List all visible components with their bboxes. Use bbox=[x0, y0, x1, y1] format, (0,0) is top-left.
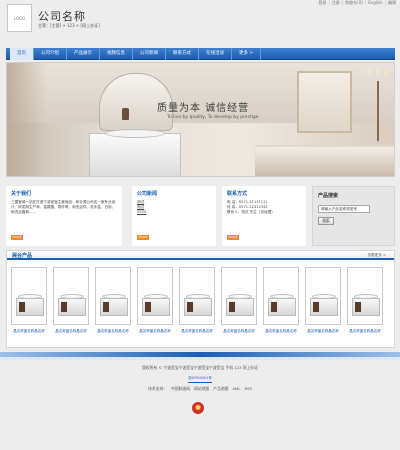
footer: 版权所有 © 宁波室宝宁波室宝宁波室宝宁波室宝 手机 123 网上办证 浙ICP… bbox=[0, 364, 400, 393]
products-more-link[interactable]: 查看更多 > bbox=[367, 253, 386, 258]
product-card[interactable]: 晶名称晶名称晶名称 bbox=[347, 267, 383, 343]
news-title: 公司新闻 bbox=[137, 191, 158, 197]
nav-video[interactable]: 视频信息 bbox=[100, 47, 133, 60]
product-name[interactable]: 晶名称晶名称晶名称 bbox=[263, 329, 299, 334]
product-name[interactable]: 晶名称晶名称晶名称 bbox=[179, 329, 215, 334]
product-image[interactable] bbox=[11, 267, 47, 325]
separator: | bbox=[341, 0, 344, 5]
product-name[interactable]: 晶名称晶名称晶名称 bbox=[347, 329, 383, 334]
separator: | bbox=[364, 0, 367, 5]
contact-more-button[interactable]: MORE bbox=[227, 235, 239, 240]
about-more-button[interactable]: MORE bbox=[11, 235, 23, 240]
nav-news[interactable]: 公司新闻 bbox=[133, 47, 166, 60]
company-main-business: 主营：[主营] + 123 + [网上办证] bbox=[38, 23, 100, 28]
info-row: 关于我们 三图室城一站在打造宁波室宝主营商品，和业源公司名一家专业设计，研发制生… bbox=[6, 186, 395, 246]
search-input[interactable]: 请输入产品名称或型号 bbox=[318, 205, 370, 213]
separator: | bbox=[384, 0, 386, 5]
banner-bathtub bbox=[255, 145, 394, 176]
nav-chat[interactable]: 在线洽谈 bbox=[199, 47, 232, 60]
product-image[interactable] bbox=[305, 267, 341, 325]
about-box: 关于我们 三图室城一站在打造宁波室宝主营商品，和业源公司名一家专业设计，研发制生… bbox=[6, 186, 122, 246]
police-emblem-icon[interactable] bbox=[192, 402, 204, 414]
login-link[interactable]: 登录 bbox=[318, 0, 326, 6]
product-name[interactable]: 晶名称晶名称晶名称 bbox=[137, 329, 173, 334]
news-item[interactable]: 5555 bbox=[137, 210, 211, 215]
footer-link[interactable]: 中国制造网 bbox=[171, 385, 190, 393]
footer-link[interactable]: 网站地图 bbox=[194, 385, 209, 393]
company-name: 公司名称 bbox=[38, 10, 86, 23]
product-card[interactable]: 晶名称晶名称晶名称 bbox=[305, 267, 341, 343]
nav-about[interactable]: 公司介绍 bbox=[34, 47, 67, 60]
about-text: 三图室城一站在打造宁波室宝主营商品，和业源公司名一家专业设计，研发制生产商，温泉… bbox=[11, 200, 116, 215]
top-links: 登录 | 注册 | 购物车(0) | English | 编辑 bbox=[318, 0, 396, 6]
product-name[interactable]: 晶名称晶名称晶名称 bbox=[11, 329, 47, 334]
footer-copyright: 版权所有 © 宁波室宝宁波室宝宁波室宝宁波室宝 手机 123 网上办证 bbox=[142, 365, 258, 370]
product-image[interactable] bbox=[347, 267, 383, 325]
footer-links: 技术支持： 中国制造网 网站地图 产品地图 XML RSS bbox=[0, 385, 400, 393]
banner-basin bbox=[105, 129, 165, 138]
product-image[interactable] bbox=[263, 267, 299, 325]
separator: | bbox=[328, 0, 330, 5]
search-box: 产品搜索 请输入产品名称或型号 搜索 bbox=[312, 186, 395, 246]
product-name[interactable]: 晶名称晶名称晶名称 bbox=[95, 329, 131, 334]
contact-title: 联系方式 bbox=[227, 191, 248, 197]
edit-link[interactable]: 编辑 bbox=[388, 0, 396, 6]
product-image[interactable] bbox=[179, 267, 215, 325]
register-link[interactable]: 注册 bbox=[332, 0, 340, 6]
cart-link[interactable]: 购物车(0) bbox=[345, 0, 363, 6]
icp-link[interactable]: 浙ICP00001号 bbox=[188, 374, 212, 383]
nav-home[interactable]: 首页 bbox=[10, 47, 34, 60]
footer-band-light bbox=[0, 357, 400, 360]
product-card[interactable]: 晶名称晶名称晶名称 bbox=[95, 267, 131, 343]
banner-bottle bbox=[122, 108, 129, 120]
footer-link[interactable]: RSS bbox=[244, 385, 251, 393]
banner-image: 质量为本 诚信经营 To live by quality, To develop… bbox=[6, 62, 395, 177]
product-image[interactable] bbox=[137, 267, 173, 325]
main-nav: 首页 公司介绍 产品展示 视频信息 公司新闻 联系方式 在线洽谈 更多 > bbox=[6, 47, 395, 60]
search-title: 产品搜索 bbox=[318, 193, 339, 199]
product-name[interactable]: 晶名称晶名称晶名称 bbox=[221, 329, 257, 334]
support-label: 技术支持： bbox=[148, 386, 168, 391]
banner-slogan: 质量为本 诚信经营 bbox=[157, 103, 250, 114]
banner-window bbox=[297, 71, 352, 133]
products-title: 展台产品 bbox=[12, 253, 33, 259]
contact-person: 联系人：测试 先生（总经理） bbox=[227, 210, 275, 215]
product-card[interactable]: 晶名称晶名称晶名称 bbox=[137, 267, 173, 343]
product-image[interactable] bbox=[221, 267, 257, 325]
product-name[interactable]: 晶名称晶名称晶名称 bbox=[305, 329, 341, 334]
product-card[interactable]: 晶名称晶名称晶名称 bbox=[179, 267, 215, 343]
about-title: 关于我们 bbox=[11, 191, 32, 197]
nav-contact[interactable]: 联系方式 bbox=[166, 47, 199, 60]
banner-shadow bbox=[7, 63, 47, 176]
site-header: LOGO 公司名称 主营：[主营] + 123 + [网上办证] bbox=[0, 0, 400, 46]
product-image[interactable] bbox=[53, 267, 89, 325]
product-image[interactable] bbox=[95, 267, 131, 325]
logo[interactable]: LOGO bbox=[7, 4, 32, 32]
banner-slogan-en: To live by quality, To develop by presti… bbox=[167, 115, 259, 120]
nav-more[interactable]: 更多 > bbox=[232, 47, 262, 60]
footer-link[interactable]: XML bbox=[232, 385, 240, 393]
banner-vanity bbox=[89, 133, 181, 176]
nav-products[interactable]: 产品展示 bbox=[67, 47, 100, 60]
footer-link[interactable]: 产品地图 bbox=[213, 385, 228, 393]
products-section: 展台产品 查看更多 > 晶名称晶名称晶名称 晶名称晶名称晶名称 晶名称晶名称晶名… bbox=[6, 250, 395, 348]
banner-candelabra bbox=[367, 69, 389, 141]
news-more-button[interactable]: MORE bbox=[137, 235, 149, 240]
product-card[interactable]: 晶名称晶名称晶名称 bbox=[11, 267, 47, 343]
product-card[interactable]: 晶名称晶名称晶名称 bbox=[53, 267, 89, 343]
news-box: 公司新闻 测试 测试 5555 MORE bbox=[132, 186, 216, 246]
product-name[interactable]: 晶名称晶名称晶名称 bbox=[53, 329, 89, 334]
products-header: 展台产品 查看更多 > bbox=[7, 251, 394, 260]
search-button[interactable]: 搜索 bbox=[318, 217, 334, 225]
product-card[interactable]: 晶名称晶名称晶名称 bbox=[263, 267, 299, 343]
contact-box: 联系方式 电 话：0571-11111111 传 真：0571-12312345… bbox=[222, 186, 306, 246]
product-card[interactable]: 晶名称晶名称晶名称 bbox=[221, 267, 257, 343]
english-link[interactable]: English bbox=[368, 0, 382, 6]
